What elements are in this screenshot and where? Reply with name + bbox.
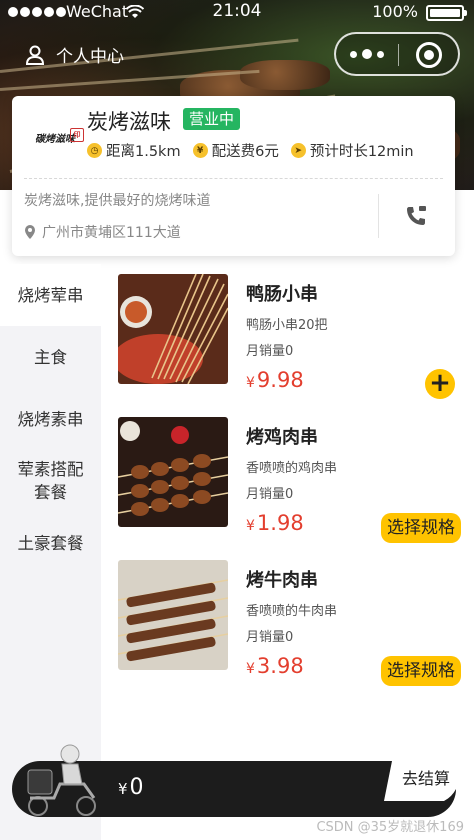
delivery-fee-info: ¥ 配送费6元 xyxy=(192,140,279,161)
profile-link[interactable]: 个人中心 xyxy=(24,42,124,67)
goods-desc: 鸭肠小串20把 xyxy=(246,318,328,333)
goods-name: 鸭肠小串 xyxy=(246,284,318,305)
mini-program-capsule xyxy=(334,32,460,76)
location-pin-icon xyxy=(25,225,35,239)
distance-text: 距离1.5km xyxy=(106,144,181,160)
category-label: 烧烤荤串 xyxy=(17,285,84,305)
divider xyxy=(24,178,443,179)
category-label: 烧烤素串 xyxy=(17,409,84,429)
more-icon[interactable] xyxy=(350,49,384,59)
category-label: 荤素搭配套餐 xyxy=(17,460,84,502)
category-item-combo[interactable]: 荤素搭配套餐 xyxy=(0,450,101,512)
goods-image xyxy=(118,274,228,384)
category-label: 土豪套餐 xyxy=(17,533,84,553)
currency-symbol: ¥ xyxy=(246,661,255,677)
shop-logo-text: 碳烤滋味 xyxy=(35,133,75,145)
shop-name: 炭烤滋味 xyxy=(87,110,171,134)
seal-icon: 印 xyxy=(70,128,84,142)
goods-desc: 香喷喷的鸡肉串 xyxy=(246,461,338,476)
distance-info: ◷ 距离1.5km xyxy=(87,140,181,161)
price-value: 1.98 xyxy=(256,511,304,535)
currency-symbol: ¥ xyxy=(246,518,255,534)
category-item-bbq-meat[interactable]: 烧烤荤串 xyxy=(0,264,101,326)
vertical-divider xyxy=(378,194,379,238)
category-item-bbq-veg[interactable]: 烧烤素串 xyxy=(0,388,101,450)
goods-item[interactable]: 烤鸡肉串 香喷喷的鸡肉串 月销量0 ¥1.98 选择规格 xyxy=(118,407,468,543)
price-value: 9.98 xyxy=(256,368,304,392)
delivery-fee-text: 配送费6元 xyxy=(211,144,279,160)
checkout-button[interactable]: 去结算 xyxy=(402,765,450,789)
status-badge: 营业中 xyxy=(183,108,241,130)
goods-item[interactable]: 鸭肠小串 鸭肠小串20把 月销量0 ¥9.98 + xyxy=(118,264,468,399)
yen-icon: ¥ xyxy=(192,143,208,158)
goods-list: 鸭肠小串 鸭肠小串20把 月销量0 ¥9.98 + 烤鸡肉串 香喷喷的鸡肉串 月… xyxy=(101,264,474,840)
goods-item[interactable]: 烤牛肉串 香喷喷的牛肉串 月销量0 ¥3.98 选择规格 xyxy=(118,550,468,686)
goods-price: ¥3.98 xyxy=(246,654,304,678)
address-text: 广州市黄埔区111大道 xyxy=(42,225,181,241)
capsule-divider xyxy=(398,44,399,66)
category-item-staple[interactable]: 主食 xyxy=(0,326,101,388)
shop-slogan: 炭烤滋味,提供最好的烧烤味道 xyxy=(24,193,211,209)
user-icon xyxy=(25,45,45,65)
add-to-cart-button[interactable]: + xyxy=(425,369,455,399)
shop-card: 碳烤滋味 印 炭烤滋味 营业中 ◷ 距离1.5km ¥ 配送费6元 ➤ 预计时长… xyxy=(12,96,455,256)
battery-icon xyxy=(426,5,467,21)
goods-image xyxy=(118,560,228,670)
goods-name: 烤牛肉串 xyxy=(246,570,318,591)
cart-total: ¥0 xyxy=(118,775,144,800)
select-spec-button[interactable]: 选择规格 xyxy=(381,513,461,543)
goods-sales: 月销量0 xyxy=(246,344,294,359)
watermark: CSDN @35岁就退休169 xyxy=(316,820,464,835)
category-label: 主食 xyxy=(34,347,67,367)
select-spec-button[interactable]: 选择规格 xyxy=(381,656,461,686)
goods-desc: 香喷喷的牛肉串 xyxy=(246,604,338,619)
navigation-icon: ➤ xyxy=(290,143,306,158)
goods-name: 烤鸡肉串 xyxy=(246,427,318,448)
cart-total-value: 0 xyxy=(129,775,144,800)
clock-icon: ◷ xyxy=(87,143,102,158)
goods-price: ¥9.98 xyxy=(246,368,304,392)
shop-meta: ◷ 距离1.5km ¥ 配送费6元 ➤ 预计时长12min xyxy=(87,140,414,161)
shop-logo: 碳烤滋味 印 xyxy=(24,114,86,160)
close-target-icon[interactable] xyxy=(416,42,442,68)
status-bar: WeChat 21:04 100% xyxy=(0,0,474,26)
eta-info: ➤ 预计时长12min xyxy=(290,140,414,161)
goods-image xyxy=(118,417,228,527)
price-value: 3.98 xyxy=(256,654,304,678)
category-item-deluxe[interactable]: 土豪套餐 xyxy=(0,512,101,574)
phone-icon[interactable] xyxy=(404,204,428,228)
battery-percent: 100% xyxy=(372,2,418,21)
profile-label: 个人中心 xyxy=(56,47,124,67)
shop-address: 广州市黄埔区111大道 xyxy=(24,222,181,242)
eta-text: 预计时长12min xyxy=(309,144,414,160)
goods-sales: 月销量0 xyxy=(246,630,294,645)
goods-price: ¥1.98 xyxy=(246,511,304,535)
goods-sales: 月销量0 xyxy=(246,487,294,502)
currency-symbol: ¥ xyxy=(118,780,128,798)
delivery-courier-icon[interactable] xyxy=(24,740,104,820)
currency-symbol: ¥ xyxy=(246,375,255,391)
